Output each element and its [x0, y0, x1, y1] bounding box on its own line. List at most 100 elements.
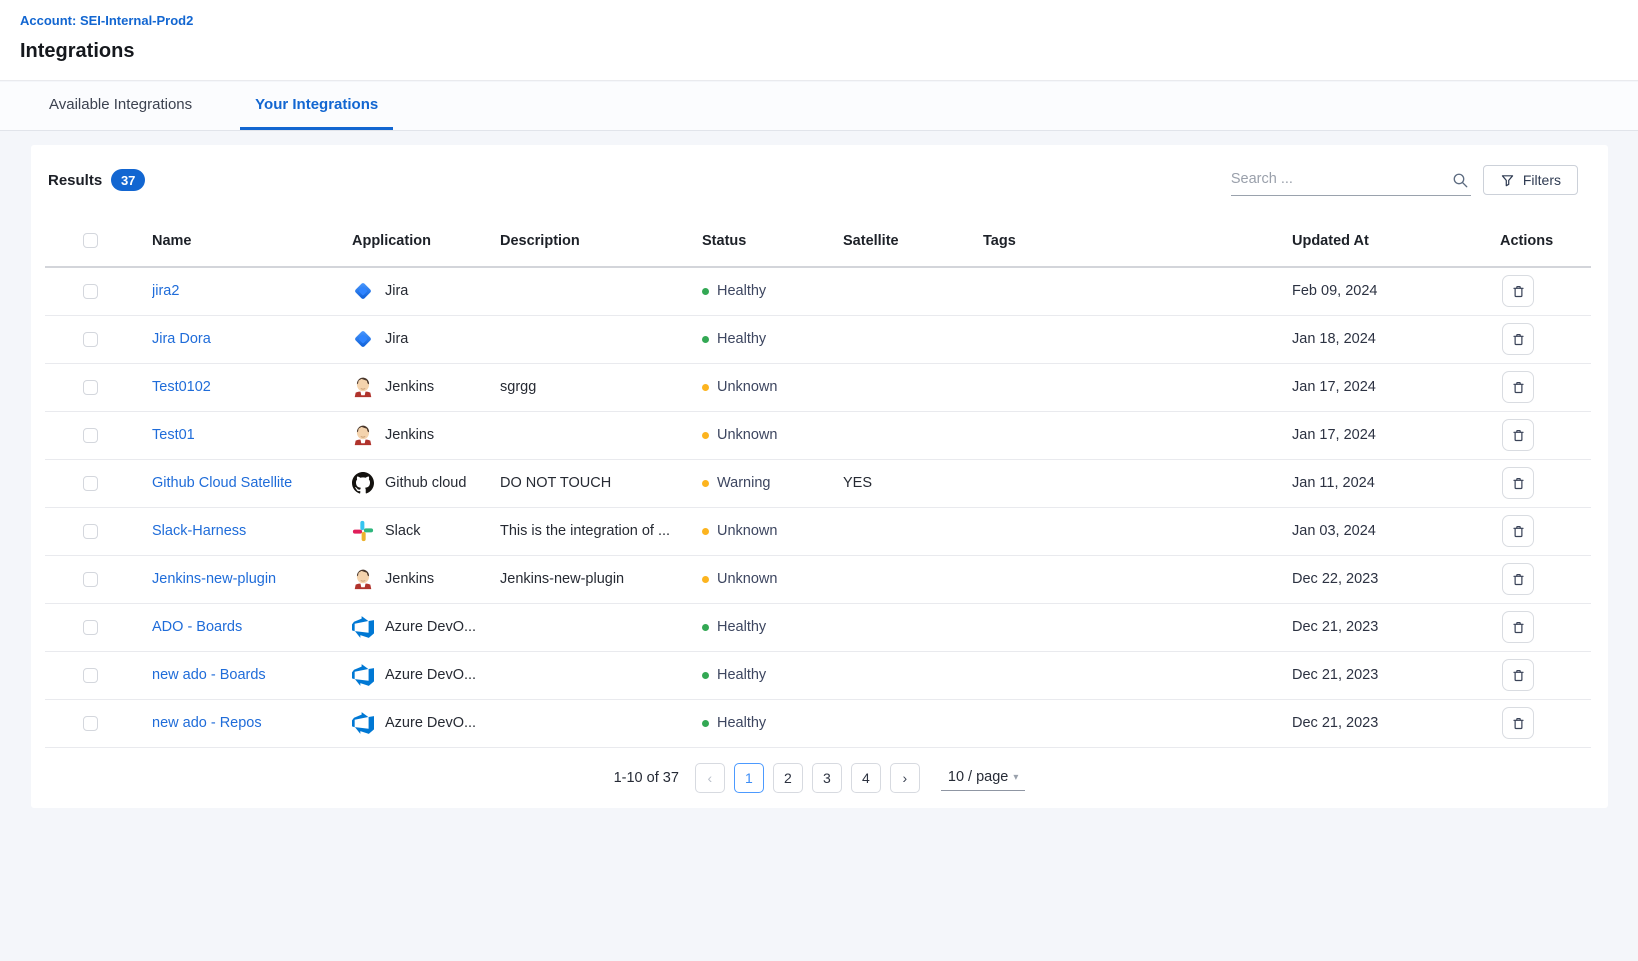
row-checkbox[interactable]: [83, 284, 98, 299]
table-row: ADO - Boards Azure DevO... Healthy Dec 2…: [45, 603, 1591, 651]
trash-icon: [1511, 620, 1526, 635]
pagination-page-2-button[interactable]: 2: [773, 763, 803, 793]
table-row: Jenkins-new-plugin Jenkins Jenkins-new-p…: [45, 555, 1591, 603]
status-label: Unknown: [717, 571, 777, 587]
integration-name-link[interactable]: new ado - Repos: [152, 715, 262, 731]
table-row: Test01 Jenkins Unknown Jan 17, 2024: [45, 411, 1591, 459]
trash-icon: [1511, 572, 1526, 587]
row-checkbox[interactable]: [83, 428, 98, 443]
chevron-right-icon: ›: [903, 770, 908, 786]
search-box: [1231, 164, 1471, 196]
description-cell: [500, 267, 702, 315]
table-header-row: Name Application Description Status Sate…: [45, 215, 1591, 267]
status-dot: [702, 288, 709, 295]
delete-button[interactable]: [1502, 467, 1534, 499]
search-input[interactable]: [1231, 164, 1443, 195]
delete-button[interactable]: [1502, 563, 1534, 595]
status-label: Warning: [717, 475, 770, 491]
table-row: Slack-Harness Slack This is the integrat…: [45, 507, 1591, 555]
pagination-page-3-button[interactable]: 3: [812, 763, 842, 793]
delete-button[interactable]: [1502, 659, 1534, 691]
status-label: Healthy: [717, 667, 766, 683]
jenkins-icon: [352, 376, 374, 398]
integration-name-link[interactable]: Slack-Harness: [152, 523, 246, 539]
delete-button[interactable]: [1502, 611, 1534, 643]
row-checkbox[interactable]: [83, 476, 98, 491]
pagination-range-label: 1-10 of 37: [614, 770, 679, 786]
updated-at-cell: Dec 21, 2023: [1292, 651, 1500, 699]
description-cell: [500, 411, 702, 459]
account-breadcrumb-link[interactable]: Account: SEI-Internal-Prod2: [20, 13, 193, 28]
column-header-name: Name: [152, 215, 352, 267]
application-label: Jira: [385, 331, 408, 347]
delete-button[interactable]: [1502, 707, 1534, 739]
row-checkbox[interactable]: [83, 380, 98, 395]
row-checkbox[interactable]: [83, 572, 98, 587]
updated-at-cell: Dec 22, 2023: [1292, 555, 1500, 603]
trash-icon: [1511, 284, 1526, 299]
select-all-checkbox[interactable]: [83, 233, 98, 248]
integrations-table: Name Application Description Status Sate…: [45, 215, 1591, 748]
tags-cell: [983, 459, 1292, 507]
integration-name-link[interactable]: Test01: [152, 427, 195, 443]
chevron-down-icon: ▾: [1013, 772, 1018, 783]
status-label: Healthy: [717, 619, 766, 635]
table-row: jira2 Jira Healthy Feb 09, 2024: [45, 267, 1591, 315]
tab-available-integrations[interactable]: Available Integrations: [34, 82, 207, 130]
row-checkbox[interactable]: [83, 524, 98, 539]
page-title: Integrations: [20, 40, 134, 63]
jenkins-icon: [352, 568, 374, 590]
delete-button[interactable]: [1502, 371, 1534, 403]
satellite-cell: [843, 651, 983, 699]
description-cell: Jenkins-new-plugin: [500, 555, 702, 603]
trash-icon: [1511, 524, 1526, 539]
tab-your-integrations[interactable]: Your Integrations: [240, 82, 393, 130]
status-dot: [702, 528, 709, 535]
application-label: Jira: [385, 283, 408, 299]
application-label: Jenkins: [385, 427, 434, 443]
jenkins-icon: [352, 424, 374, 446]
updated-at-cell: Jan 11, 2024: [1292, 459, 1500, 507]
updated-at-cell: Jan 18, 2024: [1292, 315, 1500, 363]
results-count-badge: 37: [111, 169, 145, 191]
pagination-next-button[interactable]: ›: [890, 763, 920, 793]
tags-cell: [983, 651, 1292, 699]
satellite-cell: [843, 363, 983, 411]
row-checkbox[interactable]: [83, 332, 98, 347]
table-row: new ado - Boards Azure DevO... Healthy D…: [45, 651, 1591, 699]
pagination-prev-button[interactable]: ‹: [695, 763, 725, 793]
status-dot: [702, 384, 709, 391]
status-dot: [702, 720, 709, 727]
delete-button[interactable]: [1502, 275, 1534, 307]
delete-button[interactable]: [1502, 419, 1534, 451]
description-cell: This is the integration of ...: [500, 507, 702, 555]
row-checkbox[interactable]: [83, 668, 98, 683]
status-label: Unknown: [717, 379, 777, 395]
pagination-page-4-button[interactable]: 4: [851, 763, 881, 793]
integration-name-link[interactable]: Jenkins-new-plugin: [152, 571, 276, 587]
row-checkbox[interactable]: [83, 716, 98, 731]
page-header: Account: SEI-Internal-Prod2 Integrations: [0, 0, 1638, 81]
satellite-cell: [843, 315, 983, 363]
integration-name-link[interactable]: Test0102: [152, 379, 211, 395]
page-size-select[interactable]: 10 / page ▾: [941, 764, 1026, 791]
tags-cell: [983, 699, 1292, 747]
column-header-application: Application: [352, 215, 500, 267]
integration-name-link[interactable]: Jira Dora: [152, 331, 211, 347]
delete-button[interactable]: [1502, 323, 1534, 355]
integration-name-link[interactable]: Github Cloud Satellite: [152, 475, 292, 491]
integration-name-link[interactable]: new ado - Boards: [152, 667, 266, 683]
pagination-page-1-button[interactable]: 1: [734, 763, 764, 793]
satellite-cell: [843, 507, 983, 555]
integration-name-link[interactable]: ADO - Boards: [152, 619, 242, 635]
row-checkbox[interactable]: [83, 620, 98, 635]
trash-icon: [1511, 428, 1526, 443]
delete-button[interactable]: [1502, 515, 1534, 547]
updated-at-cell: Dec 21, 2023: [1292, 603, 1500, 651]
satellite-cell: [843, 267, 983, 315]
jira-icon: [352, 280, 374, 302]
filters-button[interactable]: Filters: [1483, 165, 1578, 195]
updated-at-cell: Jan 17, 2024: [1292, 411, 1500, 459]
application-label: Jenkins: [385, 379, 434, 395]
integration-name-link[interactable]: jira2: [152, 283, 179, 299]
